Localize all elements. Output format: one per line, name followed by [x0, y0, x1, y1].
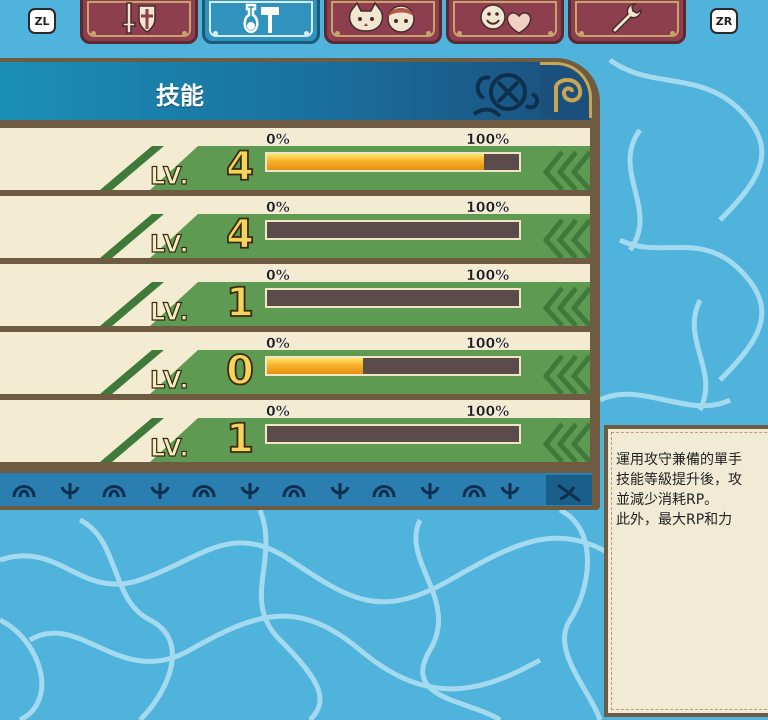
progress-min-label: 0%: [266, 132, 290, 148]
skill-progress-bar: [265, 356, 521, 376]
zl-button-hint[interactable]: ZL: [28, 8, 56, 34]
level-label: LV.: [149, 433, 190, 462]
page-title: 技能: [156, 82, 204, 110]
wrench-icon: [612, 3, 642, 33]
skill-level-value: 1: [225, 279, 255, 326]
level-label: LV.: [149, 161, 190, 190]
description-line: 此外，最大RP和力: [616, 512, 733, 528]
skill-progress-fill: [267, 358, 363, 374]
emblem-icon: [472, 73, 540, 118]
progress-max-label: 100%: [466, 132, 510, 148]
skill-level-value: 1: [225, 415, 255, 462]
zr-button-hint[interactable]: ZR: [710, 8, 738, 34]
potion-hammer-icon: [243, 3, 279, 34]
chevron-left-icon: [542, 286, 590, 326]
description-line: 運用攻守兼備的單手: [616, 452, 742, 468]
skill-row[interactable]: 0% 100% LV. 1: [0, 400, 590, 462]
sword-shield-icon: [122, 2, 156, 34]
tab-relations[interactable]: [446, 0, 564, 44]
smile-heart-icon: [480, 4, 532, 34]
progress-min-label: 0%: [266, 336, 290, 352]
progress-max-label: 100%: [466, 336, 510, 352]
description-line: 技能等級提升後，攻: [616, 472, 742, 488]
tab-companions[interactable]: [324, 0, 442, 44]
level-label: LV.: [149, 297, 190, 326]
corner-swirl-icon: [554, 78, 583, 112]
companions-icon: [348, 1, 415, 33]
tab-skills[interactable]: [202, 0, 320, 44]
tab-equipment[interactable]: [80, 0, 198, 44]
skill-progress-bar: [265, 220, 521, 240]
skill-progress-bar: [265, 424, 521, 444]
chevron-left-icon: [542, 422, 590, 462]
progress-max-label: 100%: [466, 404, 510, 420]
progress-max-label: 100%: [466, 200, 510, 216]
progress-min-label: 0%: [266, 404, 290, 420]
skill-level-value: 4: [225, 143, 255, 190]
chevron-left-icon: [542, 150, 590, 190]
skill-row[interactable]: 0% 100% LV. 4: [0, 128, 590, 190]
skill-row[interactable]: 0% 100% LV. 0: [0, 332, 590, 394]
progress-max-label: 100%: [466, 268, 510, 284]
tab-settings[interactable]: [568, 0, 686, 44]
skill-progress-fill: [267, 154, 484, 170]
skill-level-value: 0: [225, 347, 255, 394]
level-label: LV.: [149, 365, 190, 394]
description-line: 並減少消耗RP。: [616, 492, 719, 508]
progress-min-label: 0%: [266, 268, 290, 284]
chevron-left-icon: [542, 218, 590, 258]
panel-footer-ornament: [0, 470, 592, 506]
progress-min-label: 0%: [266, 200, 290, 216]
skill-progress-bar: [265, 288, 521, 308]
skill-description-panel: 運用攻守兼備的單手 技能等級提升後，攻 並減少消耗RP。 此外，最大RP和力: [604, 425, 768, 717]
skill-level-value: 4: [225, 211, 255, 258]
level-label: LV.: [149, 229, 190, 258]
skill-progress-bar: [265, 152, 521, 172]
chevron-left-icon: [542, 354, 590, 394]
skill-row[interactable]: 0% 100% LV. 4: [0, 196, 590, 258]
skill-row[interactable]: 0% 100% LV. 1: [0, 264, 590, 326]
